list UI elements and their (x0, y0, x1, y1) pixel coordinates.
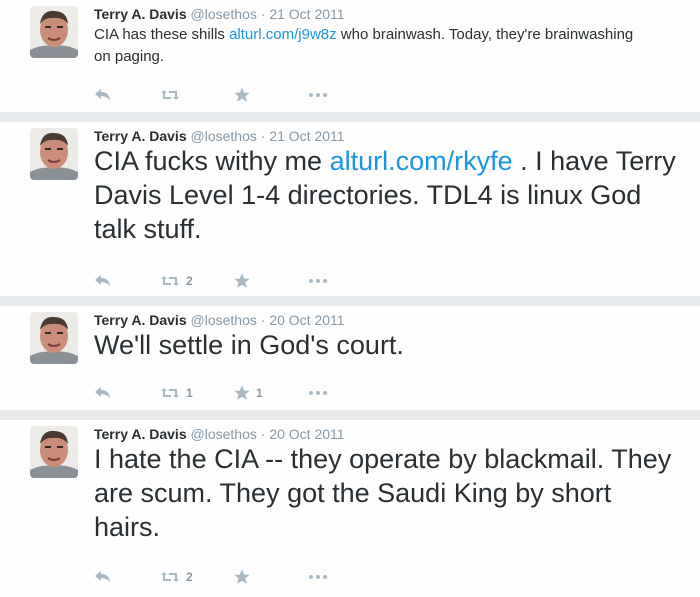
retweet-button[interactable]: 1 (160, 382, 234, 404)
tweet-text: We'll settle in God's court. (94, 328, 684, 362)
author-name[interactable]: Terry A. Davis (94, 426, 187, 442)
avatar[interactable] (30, 312, 78, 364)
retweet-icon (161, 276, 179, 286)
reply-icon (95, 571, 110, 582)
author-handle[interactable]: @losethos (191, 312, 257, 328)
author-name[interactable]: Terry A. Davis (94, 6, 187, 22)
like-button[interactable] (234, 84, 308, 106)
tweet: Terry A. Davis @losethos · 20 Oct 2011 W… (0, 306, 700, 411)
tweet: Terry A. Davis @losethos · 20 Oct 2011 I… (0, 420, 700, 597)
retweet-icon (161, 90, 179, 100)
star-icon (234, 385, 250, 400)
tweet-text-before: CIA has these shills (94, 26, 230, 43)
tweet-actions: 2 (94, 270, 338, 292)
tweet-text: CIA fucks withy me alturl.com/rkyfe . I … (94, 144, 684, 246)
author-name[interactable]: Terry A. Davis (94, 128, 187, 144)
author-handle[interactable]: @losethos (191, 6, 257, 22)
more-icon (309, 93, 327, 97)
retweet-button[interactable] (160, 84, 234, 106)
tweet-actions (94, 84, 338, 106)
avatar[interactable] (30, 426, 78, 478)
star-icon (234, 569, 250, 584)
tweet-actions: 2 (94, 566, 338, 588)
like-button[interactable] (234, 270, 308, 292)
tweet: Terry A. Davis @losethos · 21 Oct 2011 C… (0, 0, 700, 113)
tweet: Terry A. Davis @losethos · 21 Oct 2011 C… (0, 122, 700, 297)
like-button[interactable]: 1 (234, 382, 308, 404)
tweet-date[interactable]: 20 Oct 2011 (269, 426, 344, 442)
avatar[interactable] (30, 128, 78, 180)
tweet-text-before: I hate the CIA -- they operate by blackm… (94, 444, 672, 542)
reply-button[interactable] (94, 566, 160, 588)
like-button[interactable] (234, 566, 308, 588)
author-name[interactable]: Terry A. Davis (94, 312, 187, 328)
tweet-date[interactable]: 20 Oct 2011 (269, 312, 344, 328)
meta-separator: · (260, 6, 266, 22)
more-icon (309, 575, 327, 579)
like-count: 1 (256, 386, 263, 400)
retweet-button[interactable]: 2 (160, 566, 234, 588)
more-icon (309, 391, 327, 395)
reply-icon (95, 275, 110, 286)
tweet-date[interactable]: 21 Oct 2011 (269, 128, 344, 144)
avatar[interactable] (30, 6, 78, 58)
tweet-text: CIA has these shills alturl.com/j9w8z wh… (94, 24, 654, 68)
more-button[interactable] (308, 566, 338, 588)
more-button[interactable] (308, 270, 338, 292)
retweet-icon (161, 572, 179, 582)
retweet-count: 2 (186, 274, 193, 288)
tweet-text-before: CIA fucks withy me (94, 146, 330, 176)
star-icon (234, 273, 250, 288)
more-button[interactable] (308, 84, 338, 106)
tweet-header: Terry A. Davis @losethos · 20 Oct 2011 (94, 425, 345, 443)
more-button[interactable] (308, 382, 338, 404)
tweet-text-before: We'll settle in God's court. (94, 330, 404, 360)
retweet-count: 1 (186, 386, 193, 400)
tweet-actions: 1 1 (94, 382, 338, 404)
tweet-link[interactable]: alturl.com/rkyfe (330, 146, 513, 176)
meta-separator: · (260, 426, 266, 442)
tweet-date[interactable]: 21 Oct 2011 (269, 6, 344, 22)
tweet-text: I hate the CIA -- they operate by blackm… (94, 442, 684, 544)
meta-separator: · (260, 312, 266, 328)
reply-button[interactable] (94, 270, 160, 292)
retweet-button[interactable]: 2 (160, 270, 234, 292)
tweet-link[interactable]: alturl.com/j9w8z (229, 26, 337, 43)
tweet-header: Terry A. Davis @losethos · 21 Oct 2011 (94, 127, 345, 145)
reply-button[interactable] (94, 84, 160, 106)
author-handle[interactable]: @losethos (191, 128, 257, 144)
tweet-header: Terry A. Davis @losethos · 21 Oct 2011 (94, 5, 345, 23)
retweet-count: 2 (186, 570, 193, 584)
tweet-feed: Terry A. Davis @losethos · 21 Oct 2011 C… (0, 0, 700, 597)
reply-icon (95, 89, 110, 100)
more-icon (309, 279, 327, 283)
tweet-header: Terry A. Davis @losethos · 20 Oct 2011 (94, 311, 345, 329)
star-icon (234, 87, 250, 102)
retweet-icon (161, 388, 179, 398)
author-handle[interactable]: @losethos (191, 426, 257, 442)
reply-button[interactable] (94, 382, 160, 404)
reply-icon (95, 387, 110, 398)
meta-separator: · (260, 128, 266, 144)
